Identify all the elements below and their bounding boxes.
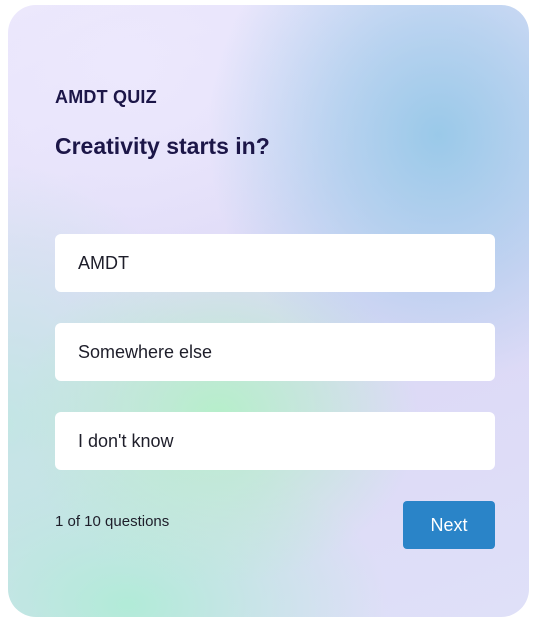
answer-option-dont-know[interactable]: I don't know	[55, 412, 495, 470]
question-progress: 1 of 10 questions	[55, 513, 170, 530]
answer-option-label: Somewhere else	[78, 341, 213, 362]
question-title: Creativity starts in?	[55, 133, 270, 159]
next-button[interactable]: Next	[403, 501, 495, 549]
answer-option-amdt[interactable]: AMDT	[55, 234, 495, 292]
answer-option-somewhere-else[interactable]: Somewhere else	[55, 323, 495, 381]
answer-option-label: AMDT	[78, 252, 129, 273]
quiz-card: AMDT QUIZ Creativity starts in? AMDT Som…	[8, 5, 529, 617]
answer-option-label: I don't know	[78, 430, 174, 451]
quiz-label: AMDT QUIZ	[55, 87, 157, 107]
